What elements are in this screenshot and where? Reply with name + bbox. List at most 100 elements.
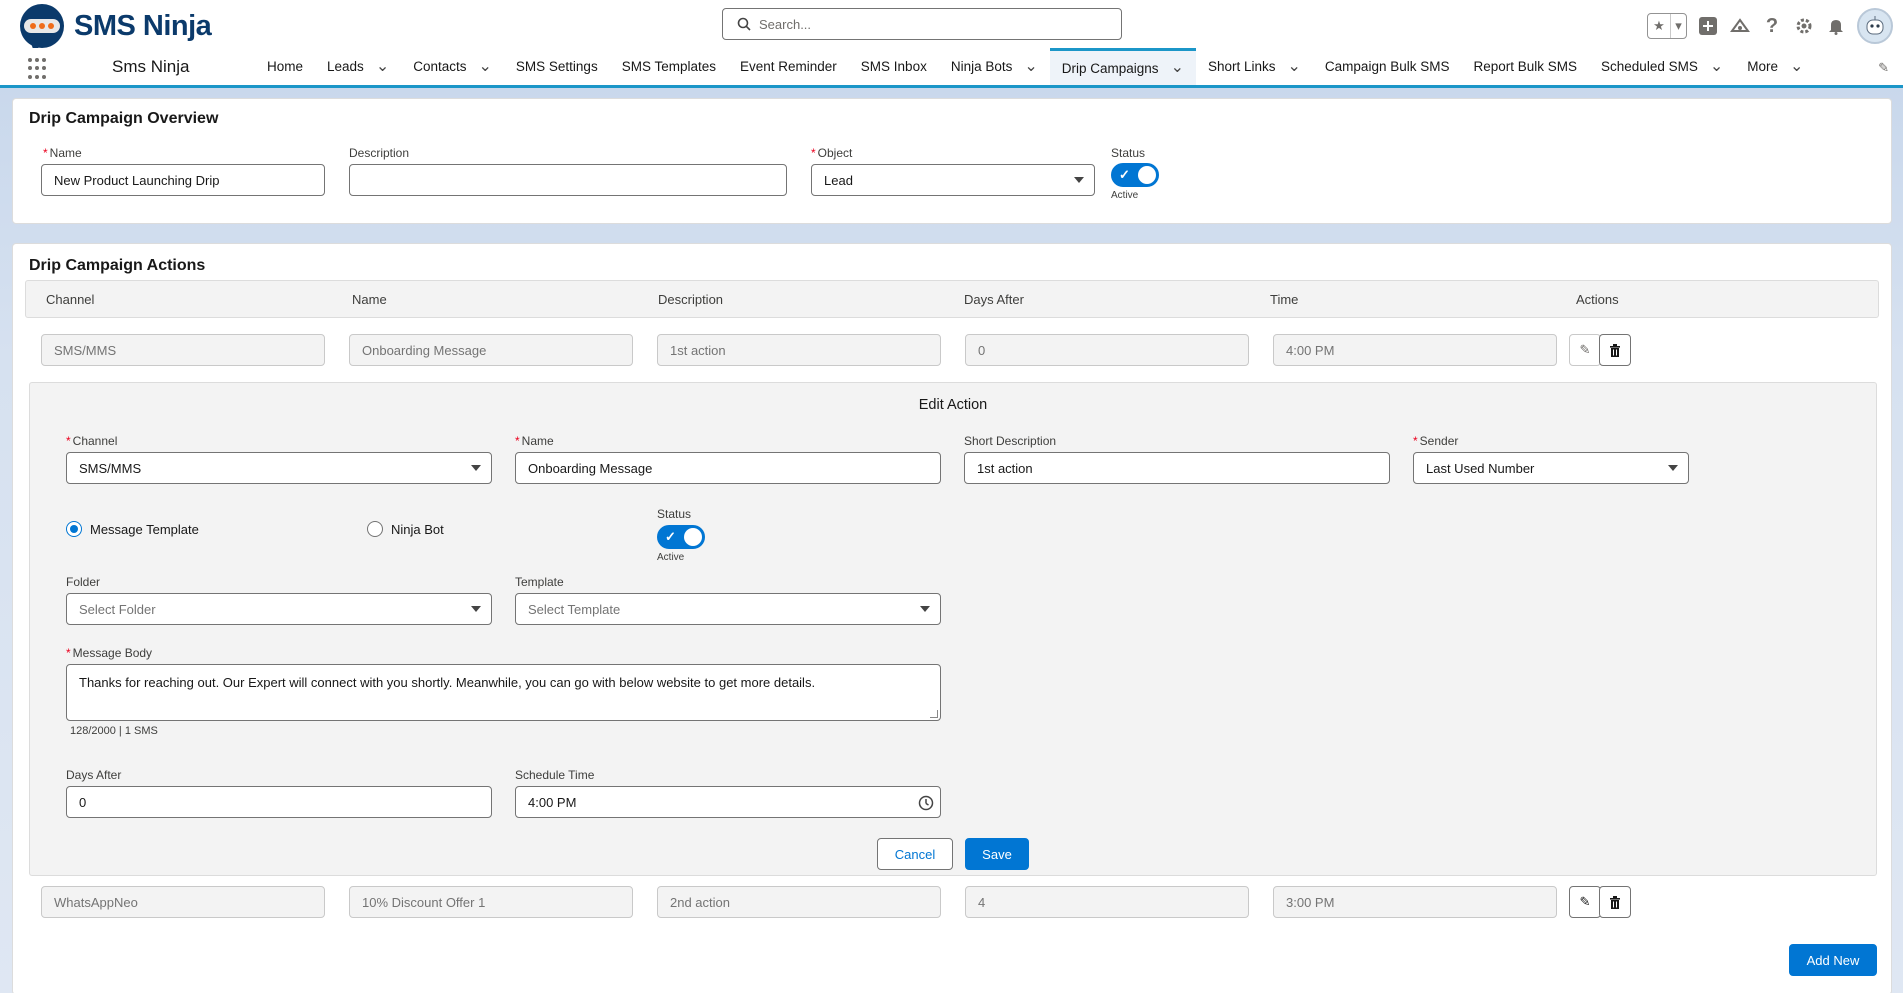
check-icon: ✓ xyxy=(1119,167,1130,182)
app-launcher-icon[interactable] xyxy=(28,58,50,80)
overview-card: Drip Campaign Overview * Name New Product… xyxy=(12,98,1892,224)
nav-item-report-bulk-sms[interactable]: Report Bulk SMS xyxy=(1461,48,1589,85)
help-icon[interactable]: ? xyxy=(1761,15,1783,37)
schedule-time-input[interactable]: 4:00 PM xyxy=(515,786,941,818)
row-edit-button[interactable]: ✎ xyxy=(1569,334,1601,366)
nav-item-leads[interactable]: Leads ⌄ xyxy=(315,48,401,85)
nav-item-ninja-bots[interactable]: Ninja Bots ⌄ xyxy=(939,48,1050,85)
row-name-field: Onboarding Message xyxy=(349,334,633,366)
campaign-name-input[interactable]: New Product Launching Drip xyxy=(41,164,325,196)
nav-item-short-links[interactable]: Short Links ⌄ xyxy=(1196,48,1313,85)
global-actions-icon[interactable] xyxy=(1697,15,1719,37)
radio-unselected-icon xyxy=(367,521,383,537)
notifications-bell-icon[interactable] xyxy=(1825,15,1847,37)
chevron-down-icon[interactable]: ⌄ xyxy=(1171,60,1184,76)
nav-item-label: SMS Inbox xyxy=(860,59,927,74)
nav-item-home[interactable]: Home xyxy=(255,48,315,85)
logo-text: SMS Ninja xyxy=(74,9,212,42)
nav-item-label: Campaign Bulk SMS xyxy=(1324,59,1450,74)
description-label: Description xyxy=(349,146,410,160)
radio-message-template[interactable]: Message Template xyxy=(66,521,199,537)
action-name-input[interactable]: Onboarding Message xyxy=(515,452,941,484)
message-body-label: * Message Body xyxy=(66,646,153,660)
favorites-group: ★ ▾ xyxy=(1647,13,1687,39)
chevron-down-icon[interactable]: ⌄ xyxy=(1024,58,1037,74)
short-description-input[interactable]: 1st action xyxy=(964,452,1390,484)
favorites-star-icon[interactable]: ★ xyxy=(1648,14,1670,38)
nav-item-label: Contacts xyxy=(413,59,467,74)
row-days-after-field: 4 xyxy=(965,886,1249,918)
save-button[interactable]: Save xyxy=(965,838,1029,870)
nav-item-sms-templates[interactable]: SMS Templates xyxy=(610,48,728,85)
action-status-toggle[interactable]: ✓ xyxy=(657,525,705,549)
global-search-input[interactable]: Search... xyxy=(722,8,1122,40)
row-delete-button[interactable] xyxy=(1599,886,1631,918)
object-label: * Object xyxy=(811,146,853,160)
short-description-label: Short Description xyxy=(964,434,1057,448)
radio-ninja-bot[interactable]: Ninja Bot xyxy=(367,521,444,537)
nav-item-sms-inbox[interactable]: SMS Inbox xyxy=(849,48,939,85)
sender-select[interactable]: Last Used Number xyxy=(1413,452,1689,484)
nav-item-label: Home xyxy=(267,59,304,74)
campaign-description-input[interactable] xyxy=(349,164,787,196)
chevron-down-icon[interactable]: ⌄ xyxy=(479,58,492,74)
chevron-down-icon xyxy=(1074,177,1084,183)
cancel-button[interactable]: Cancel xyxy=(877,838,953,870)
search-placeholder: Search... xyxy=(759,16,812,32)
nav-item-campaign-bulk-sms[interactable]: Campaign Bulk SMS xyxy=(1313,48,1462,85)
user-avatar[interactable] xyxy=(1857,8,1893,44)
template-select[interactable]: Select Template xyxy=(515,593,941,625)
nav-item-more[interactable]: More ⌄ xyxy=(1735,48,1815,85)
message-body-textarea[interactable]: Thanks for reaching out. Our Expert will… xyxy=(66,664,941,721)
status-caption: Active xyxy=(1111,190,1139,201)
clock-icon[interactable] xyxy=(918,795,934,811)
edit-action-panel: Edit Action * Channel SMS/MMS * Name Onboa… xyxy=(29,382,1877,876)
channel-label: * Channel xyxy=(66,434,118,448)
chevron-down-icon[interactable]: ⌄ xyxy=(1288,58,1301,74)
row-name-field: 10% Discount Offer 1 xyxy=(349,886,633,918)
column-header-description: Description xyxy=(658,292,724,307)
row-channel-field: SMS/MMS xyxy=(41,334,325,366)
nav-item-scheduled-sms[interactable]: Scheduled SMS ⌄ xyxy=(1589,48,1735,85)
resize-handle-icon[interactable] xyxy=(930,710,938,718)
chevron-down-icon[interactable]: ⌄ xyxy=(1790,58,1803,74)
row-channel-field: WhatsAppNeo xyxy=(41,886,325,918)
search-icon xyxy=(737,17,751,31)
actions-card: Drip Campaign Actions Channel Name Descr… xyxy=(12,243,1892,993)
folder-select[interactable]: Select Folder xyxy=(66,593,492,625)
chevron-down-icon[interactable]: ⌄ xyxy=(376,58,389,74)
action-name-label: * Name xyxy=(515,434,554,448)
nav-item-label: Short Links xyxy=(1207,59,1276,74)
nav-item-contacts[interactable]: Contacts ⌄ xyxy=(401,48,504,85)
status-toggle[interactable]: ✓ xyxy=(1111,163,1159,187)
row-delete-button[interactable] xyxy=(1599,334,1631,366)
trash-icon xyxy=(1610,343,1620,357)
radio-selected-icon xyxy=(66,521,82,537)
column-header-name: Name xyxy=(352,292,387,307)
logo-chat-icon xyxy=(20,4,64,48)
status-label: Status xyxy=(1111,146,1146,160)
setup-gear-icon[interactable] xyxy=(1793,15,1815,37)
nav-item-event-reminder[interactable]: Event Reminder xyxy=(728,48,849,85)
actions-table-header: Channel Name Description Days After Time… xyxy=(25,280,1879,318)
folder-label: Folder xyxy=(66,575,101,589)
app-logo[interactable]: SMS Ninja xyxy=(20,4,212,48)
days-after-input[interactable]: 0 xyxy=(66,786,492,818)
nav-item-label: More xyxy=(1747,59,1779,74)
pencil-icon: ✎ xyxy=(1579,342,1591,357)
object-select[interactable]: Lead xyxy=(811,164,1095,196)
nav-item-drip-campaigns[interactable]: Drip Campaigns ⌄ xyxy=(1049,48,1196,85)
trailhead-icon[interactable] xyxy=(1729,15,1751,37)
nav-item-sms-settings[interactable]: SMS Settings xyxy=(504,48,610,85)
add-new-button[interactable]: Add New xyxy=(1789,944,1877,976)
nav-item-label: Scheduled SMS xyxy=(1601,59,1698,74)
edit-nav-pencil-icon[interactable]: ✎ xyxy=(1878,60,1889,76)
days-after-label: Days After xyxy=(66,768,122,782)
channel-select[interactable]: SMS/MMS xyxy=(66,452,492,484)
nav-item-label: Report Bulk SMS xyxy=(1473,59,1578,74)
favorites-dropdown-icon[interactable]: ▾ xyxy=(1670,14,1686,38)
row-edit-button[interactable]: ✎ xyxy=(1569,886,1601,918)
row-days-after-field: 0 xyxy=(965,334,1249,366)
chevron-down-icon[interactable]: ⌄ xyxy=(1710,58,1723,74)
app-name: Sms Ninja xyxy=(112,57,190,76)
